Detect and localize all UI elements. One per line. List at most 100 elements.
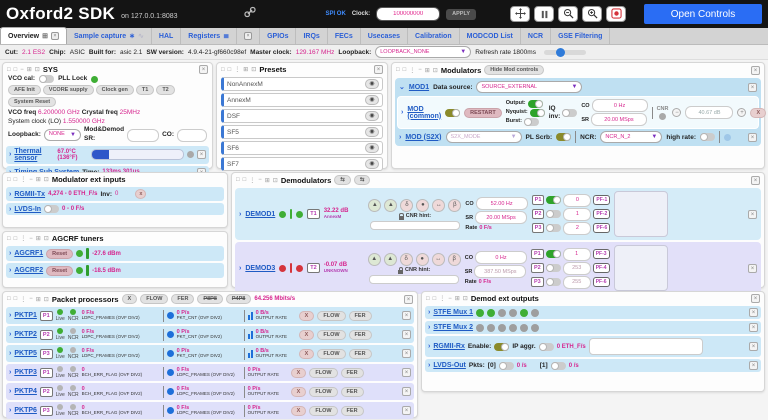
minimize-icon[interactable]: − (20, 67, 24, 73)
stfe-mux2-link[interactable]: STFE Mux 2 (433, 324, 473, 331)
tab-registers-close[interactable]: × (237, 28, 261, 44)
mod-s2x-link[interactable]: MOD (S2X) (405, 134, 441, 141)
port-value-input[interactable] (563, 207, 592, 221)
burst-toggle[interactable] (523, 117, 539, 126)
expand-chevron[interactable]: › (9, 191, 11, 198)
pktp-panel-close-button[interactable]: × (404, 294, 413, 304)
expand-chevron[interactable]: › (9, 369, 11, 376)
pl-scrb-toggle[interactable] (556, 133, 572, 141)
drag-handle-icon[interactable]: ⋮ (409, 67, 415, 74)
t1-button[interactable]: T1 (135, 84, 155, 95)
row-x-button[interactable]: X (290, 367, 307, 378)
zoom-in-button[interactable] (582, 6, 602, 22)
window-icon[interactable]: □ (243, 177, 247, 183)
popout-icon[interactable]: ⊞ (425, 67, 430, 74)
expand-chevron[interactable]: › (401, 109, 403, 116)
moddemod-sr-input[interactable] (127, 128, 160, 142)
stfe-mux1-close-button[interactable]: × (749, 308, 758, 317)
expand-chevron[interactable]: › (239, 265, 241, 272)
thermal-row-close-button[interactable]: × (197, 150, 206, 160)
expand-chevron[interactable]: › (428, 324, 430, 331)
minimize-icon[interactable]: − (258, 177, 262, 183)
eye-icon[interactable]: ◉ (365, 127, 379, 137)
window-icon[interactable]: □ (7, 177, 11, 183)
window-icon[interactable]: □ (396, 67, 400, 73)
demod-tool-button[interactable]: ▲ (383, 252, 397, 266)
dock-icon[interactable]: ⊡ (463, 295, 468, 302)
pktp-row-close-button[interactable]: × (402, 368, 411, 377)
rgmii-tx-link[interactable]: RGMII-Tx (14, 191, 45, 198)
popout-icon[interactable]: ⊞ (36, 235, 41, 242)
eye-icon[interactable]: ◉ (365, 159, 379, 169)
vcore-supply-button[interactable]: VCORE supply (42, 84, 94, 95)
port-value-input[interactable] (562, 247, 591, 261)
mod-s2x-close-button[interactable]: × (748, 132, 757, 142)
port-toggle[interactable] (545, 264, 561, 272)
dock-icon[interactable]: ⊡ (44, 235, 49, 242)
tab-overview-close-button[interactable]: × (51, 32, 60, 40)
row-x-button[interactable]: X (290, 405, 307, 416)
cnr-minus-button[interactable]: − (672, 108, 682, 117)
clock-gen-button[interactable]: Clock gen (95, 84, 134, 95)
agcrf2-reset-button[interactable]: Reset (46, 265, 74, 276)
expand-chevron[interactable]: › (428, 309, 430, 316)
tab-gpios[interactable]: GPIOs (260, 28, 297, 44)
high-rate-toggle[interactable] (700, 133, 715, 141)
window-icon[interactable]: □ (433, 296, 437, 302)
tab-calibration[interactable]: Calibration (408, 28, 460, 44)
demod-tool-button[interactable]: ● (415, 252, 429, 266)
eye-icon[interactable]: ◉ (365, 79, 379, 89)
mod-x-button[interactable]: X (750, 107, 767, 118)
iq-inv-toggle[interactable] (562, 108, 578, 117)
cnr-value-input[interactable] (685, 106, 734, 119)
demod-tool-button[interactable]: ▲ (367, 252, 381, 266)
loopback-select[interactable]: LOOPBACK_NONE ▼ (375, 46, 472, 58)
port-toggle[interactable] (545, 250, 561, 258)
pktp-row-close-button[interactable]: × (402, 311, 411, 320)
expand-chevron[interactable]: › (428, 362, 430, 369)
expand-chevron[interactable]: › (9, 407, 11, 414)
row-flow-button[interactable]: FLOW (309, 386, 338, 397)
mod1-link[interactable]: MOD1 (409, 84, 429, 91)
lvds-in-toggle[interactable] (44, 205, 60, 213)
sys-loopback-select[interactable]: NONE ▼ (43, 129, 81, 142)
output-toggle[interactable] (527, 99, 543, 108)
thermal-sensor-link[interactable]: Thermal sensor (14, 148, 54, 162)
pktp-row-close-button[interactable]: × (402, 387, 411, 396)
dock-icon[interactable]: ⊡ (251, 66, 256, 73)
demod-sr-input[interactable] (475, 211, 528, 224)
window-icon[interactable]: □ (7, 67, 11, 73)
afe-init-button[interactable]: AFE Init (8, 84, 41, 95)
agcrf1-reset-button[interactable]: Reset (46, 248, 74, 259)
popout-icon[interactable]: ⊞ (36, 176, 41, 183)
expand-chevron[interactable]: › (239, 211, 241, 218)
eye-icon[interactable]: ◉ (365, 143, 379, 153)
restart-button[interactable]: RESTART (464, 107, 502, 118)
demod-tool-button[interactable]: β (447, 252, 461, 266)
cnr-hint-input[interactable] (369, 274, 460, 284)
tab-registers[interactable]: Registers ≣ (181, 28, 238, 44)
t2-button[interactable]: T2 (156, 84, 175, 95)
window-icon[interactable]: □ (228, 67, 232, 73)
pktp-p8p8-button[interactable]: P8P8 (197, 294, 223, 304)
demodulators-panel-close-button[interactable]: × (751, 175, 760, 185)
pf-button[interactable]: PF-6 (592, 277, 610, 287)
data-source-select[interactable]: SOURCE_EXTERNAL ▼ (476, 81, 583, 93)
pktp-row-close-button[interactable]: × (402, 349, 411, 358)
collapse-chevron[interactable]: ⌄ (399, 83, 405, 91)
pktp-link[interactable]: PKTP6 (14, 407, 37, 414)
nyquist-toggle[interactable] (529, 108, 545, 117)
demod-tool-button[interactable]: β (448, 198, 462, 212)
row-fer-button[interactable]: FER (348, 329, 372, 340)
preset-item[interactable]: DSF ◉ (221, 109, 383, 123)
expand-chevron[interactable]: › (9, 206, 11, 213)
port-toggle[interactable] (546, 224, 562, 232)
expand-chevron[interactable]: › (9, 350, 11, 357)
mod-common-link[interactable]: MOD (common) (407, 106, 441, 120)
popout-icon[interactable]: ⊞ (36, 296, 41, 303)
port-value-input[interactable] (562, 275, 591, 289)
demod-out-panel-close-button[interactable]: × (751, 294, 760, 303)
preset-item[interactable]: AnnexM ◉ (221, 93, 383, 107)
tab-usecases[interactable]: Usecases (360, 28, 409, 44)
row-x-button[interactable]: X (298, 310, 315, 321)
